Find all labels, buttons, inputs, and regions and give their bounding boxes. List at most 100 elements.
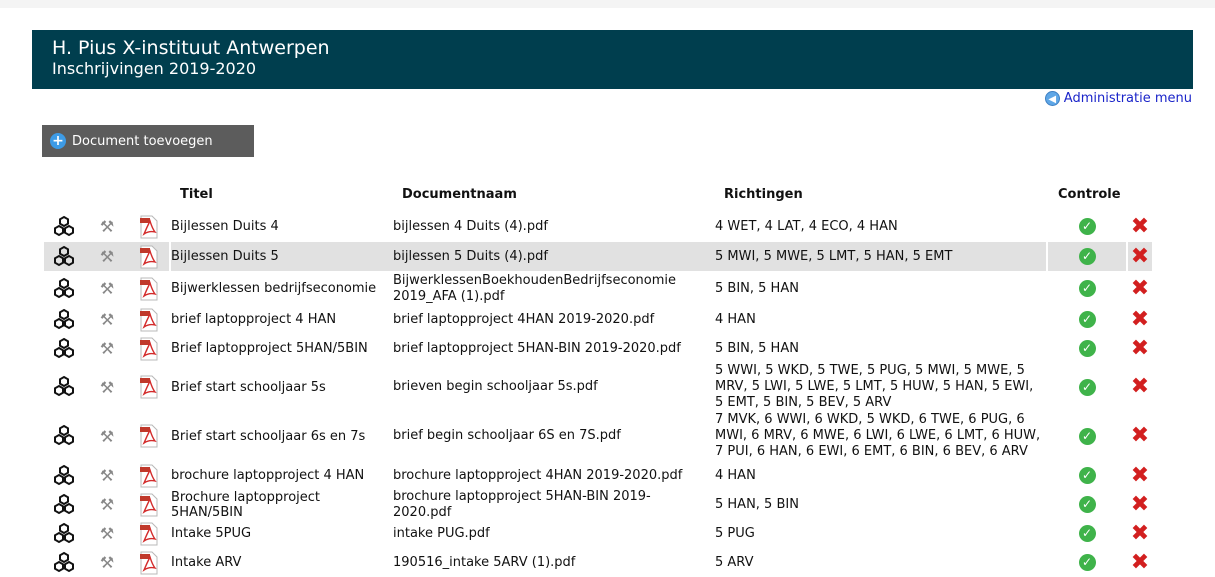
- delete-x-icon[interactable]: ✖: [1128, 334, 1152, 363]
- check-circle-icon[interactable]: ✓: [1076, 365, 1098, 409]
- tools-icon[interactable]: ⚒: [95, 272, 119, 305]
- admin-menu-label: Administratie menu: [1063, 91, 1192, 106]
- check-circle-icon[interactable]: ✓: [1076, 461, 1098, 490]
- check-circle-icon[interactable]: ✓: [1076, 212, 1098, 241]
- delete-x-icon[interactable]: ✖: [1128, 519, 1152, 548]
- delete-x-icon[interactable]: ✖: [1128, 242, 1152, 271]
- delete-x-icon[interactable]: ✖: [1128, 414, 1152, 458]
- check-circle-icon[interactable]: ✓: [1076, 305, 1098, 334]
- window-top-strip: [0, 0, 1215, 8]
- hexagon-group-icon[interactable]: [52, 334, 76, 363]
- hexagon-group-icon[interactable]: [52, 242, 76, 271]
- pdf-file-icon[interactable]: [137, 334, 161, 363]
- row-title: Brief start schooljaar 5s: [171, 379, 326, 395]
- hexagon-group-icon[interactable]: [52, 414, 76, 458]
- row-document-name: bijlessen 4 Duits (4).pdf: [393, 218, 548, 234]
- tools-icon[interactable]: ⚒: [95, 212, 119, 241]
- pdf-file-icon[interactable]: [137, 519, 161, 548]
- delete-x-icon[interactable]: ✖: [1128, 490, 1152, 519]
- hexagon-group-icon[interactable]: [52, 365, 76, 409]
- row-richtingen: 5 HAN, 5 BIN: [715, 496, 799, 512]
- page-subtitle: Inschrijvingen 2019-2020: [52, 59, 257, 78]
- row-title: Intake 5PUG: [171, 526, 252, 541]
- pdf-file-icon[interactable]: [137, 305, 161, 334]
- delete-x-icon[interactable]: ✖: [1128, 212, 1152, 241]
- table-row[interactable]: ⚒ Bijlessen Duits 5 bijlessen 5 Duits (4).…: [44, 242, 1152, 271]
- row-title: brochure laptopproject 4 HAN: [171, 468, 365, 483]
- column-header-richtingen[interactable]: Richtingen: [724, 187, 803, 202]
- tools-icon[interactable]: ⚒: [95, 490, 119, 519]
- table-row[interactable]: ⚒ Intake ARV 190516_intake 5ARV (1).pdf 5 A…: [44, 548, 1152, 577]
- pdf-file-icon[interactable]: [137, 548, 161, 577]
- row-separator: [1046, 242, 1048, 271]
- row-richtingen: 5 PUG: [715, 525, 755, 541]
- add-document-label: Document toevoegen: [72, 133, 213, 149]
- pdf-file-icon[interactable]: [137, 272, 161, 305]
- check-circle-icon[interactable]: ✓: [1076, 272, 1098, 305]
- table-row[interactable]: ⚒ Brief start schooljaar 5s brieven begin …: [44, 363, 1152, 410]
- check-circle-icon[interactable]: ✓: [1076, 519, 1098, 548]
- table-row[interactable]: ⚒ Intake 5PUG intake PUG.pdf 5 PUG ✓ ✖: [44, 519, 1152, 548]
- tools-icon[interactable]: ⚒: [95, 334, 119, 363]
- tools-icon[interactable]: ⚒: [95, 242, 119, 271]
- tools-icon[interactable]: ⚒: [95, 365, 119, 409]
- row-document-name: intake PUG.pdf: [393, 525, 490, 541]
- row-document-name: brieven begin schooljaar 5s.pdf: [393, 379, 598, 394]
- page-header: H. Pius X-instituut Antwerpen Inschrijvi…: [32, 30, 1193, 89]
- delete-x-icon[interactable]: ✖: [1128, 461, 1152, 490]
- hexagon-group-icon[interactable]: [52, 548, 76, 577]
- column-header-controle[interactable]: Controle: [1058, 187, 1121, 202]
- table-row[interactable]: ⚒ brief laptopproject 4 HAN brief laptoppr…: [44, 305, 1152, 334]
- plus-icon: +: [50, 133, 66, 149]
- hexagon-group-icon[interactable]: [52, 519, 76, 548]
- table-row[interactable]: ⚒ brochure laptopproject 4 HAN brochure la…: [44, 461, 1152, 490]
- hexagon-group-icon[interactable]: [52, 272, 76, 305]
- row-richtingen: 4 HAN: [715, 311, 756, 327]
- delete-x-icon[interactable]: ✖: [1128, 548, 1152, 577]
- delete-x-icon[interactable]: ✖: [1128, 365, 1152, 409]
- table-row[interactable]: ⚒ Brochure laptopproject 5HAN/5BIN brochur…: [44, 489, 1152, 520]
- check-circle-icon[interactable]: ✓: [1076, 242, 1098, 271]
- row-title: Bijlessen Duits 4: [171, 219, 279, 234]
- pdf-file-icon[interactable]: [137, 414, 161, 458]
- check-circle-icon[interactable]: ✓: [1076, 414, 1098, 458]
- tools-icon[interactable]: ⚒: [95, 461, 119, 490]
- delete-x-icon[interactable]: ✖: [1128, 305, 1152, 334]
- check-circle-icon[interactable]: ✓: [1076, 490, 1098, 519]
- tools-icon[interactable]: ⚒: [95, 305, 119, 334]
- table-row[interactable]: ⚒ Bijwerklessen bedrijfseconomie Bijwerkle…: [44, 272, 1152, 305]
- tools-icon[interactable]: ⚒: [95, 519, 119, 548]
- check-circle-icon[interactable]: ✓: [1076, 548, 1098, 577]
- row-richtingen: 4 HAN: [715, 467, 756, 483]
- hexagon-group-icon[interactable]: [52, 461, 76, 490]
- pdf-file-icon[interactable]: [137, 490, 161, 519]
- table-row[interactable]: ⚒ Brief start schooljaar 6s en 7s brief be…: [44, 412, 1152, 459]
- row-document-name: BijwerklessenBoekhoudenBedrijfseconomie …: [393, 272, 677, 304]
- row-title: Brief laptopproject 5HAN/5BIN: [171, 341, 368, 356]
- hexagon-group-icon[interactable]: [52, 212, 76, 241]
- table-row[interactable]: ⚒ Brief laptopproject 5HAN/5BIN brief lapt…: [44, 334, 1152, 363]
- row-richtingen: 5 ARV: [715, 554, 754, 570]
- row-document-name: brief begin schooljaar 6S en 7S.pdf: [393, 428, 621, 443]
- row-richtingen: 5 MWI, 5 MWE, 5 LMT, 5 HAN, 5 EMT: [715, 248, 953, 264]
- hexagon-group-icon[interactable]: [52, 305, 76, 334]
- pdf-file-icon[interactable]: [137, 242, 161, 271]
- pdf-file-icon[interactable]: [137, 461, 161, 490]
- hexagon-group-icon[interactable]: [52, 490, 76, 519]
- pdf-file-icon[interactable]: [137, 212, 161, 241]
- row-title: Bijlessen Duits 5: [171, 249, 279, 264]
- add-document-button[interactable]: + Document toevoegen: [42, 125, 254, 157]
- row-title: Intake ARV: [171, 555, 242, 570]
- tools-icon[interactable]: ⚒: [95, 414, 119, 458]
- column-header-documentnaam[interactable]: Documentnaam: [402, 187, 517, 202]
- check-circle-icon[interactable]: ✓: [1076, 334, 1098, 363]
- delete-x-icon[interactable]: ✖: [1128, 272, 1152, 305]
- admin-menu-link[interactable]: ◀ Administratie menu: [1044, 91, 1192, 106]
- column-header-titel[interactable]: Titel: [180, 187, 213, 202]
- row-document-name: bijlessen 5 Duits (4).pdf: [393, 248, 548, 264]
- row-document-name: brochure laptopproject 4HAN 2019-2020.pd…: [393, 467, 683, 483]
- back-arrow-icon: ◀: [1044, 91, 1060, 106]
- pdf-file-icon[interactable]: [137, 365, 161, 409]
- tools-icon[interactable]: ⚒: [95, 548, 119, 577]
- table-row[interactable]: ⚒ Bijlessen Duits 4 bijlessen 4 Duits (4).…: [44, 212, 1152, 241]
